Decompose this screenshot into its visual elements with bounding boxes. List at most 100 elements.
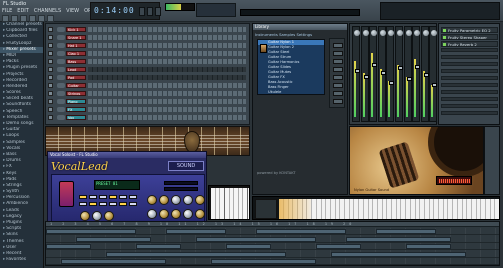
channel-name-button[interactable]: Piano (66, 99, 86, 104)
channel-pan-knob[interactable] (57, 35, 65, 40)
mixer-fader[interactable] (423, 72, 429, 77)
channel-mute-button[interactable] (48, 75, 53, 80)
step-buttons[interactable] (88, 99, 246, 104)
synth-toggle-button[interactable] (129, 202, 137, 206)
synth-toggle-button[interactable] (119, 195, 127, 199)
step-buttons[interactable] (88, 51, 246, 56)
step-buttons[interactable] (88, 75, 246, 80)
channel-pan-knob[interactable] (57, 91, 65, 96)
playlist-clip[interactable] (406, 244, 451, 249)
step-buttons[interactable] (88, 115, 246, 120)
synth-knob[interactable] (147, 195, 157, 205)
playlist-clip[interactable] (256, 229, 346, 234)
new-file-button[interactable] (2, 15, 9, 22)
channel-pan-knob[interactable] (57, 99, 65, 104)
piano-keys[interactable] (279, 199, 499, 219)
channel-name-button[interactable]: Snare 1 (66, 35, 86, 40)
undo-button[interactable] (38, 15, 45, 22)
plugin-side-button[interactable] (333, 43, 343, 48)
channel-pan-knob[interactable] (57, 59, 65, 64)
channel-mute-button[interactable] (48, 91, 53, 96)
step-buttons[interactable] (88, 59, 246, 64)
mixer-fader[interactable] (415, 64, 421, 69)
empty-effect-slot[interactable] (441, 62, 498, 66)
mixer-pan-knob[interactable] (431, 30, 438, 36)
empty-effect-slot[interactable] (441, 48, 498, 52)
plugin-side-button[interactable] (333, 75, 343, 80)
synth-toggle-button[interactable] (89, 195, 97, 199)
browser-item[interactable]: Favorites (0, 257, 43, 263)
instrument-list-item[interactable]: Ukulele (258, 90, 324, 95)
menu-item-channels[interactable]: CHANNELS (34, 8, 61, 14)
channel-pan-knob[interactable] (57, 75, 65, 80)
menu-item-view[interactable]: VIEW (66, 8, 79, 14)
synth-knob[interactable] (171, 209, 181, 219)
synth-toggle-button[interactable] (79, 195, 87, 199)
menu-item-edit[interactable]: EDIT (17, 8, 29, 14)
plugin-side-button[interactable] (333, 67, 343, 72)
empty-effect-slot[interactable] (441, 97, 498, 101)
plugin-titlebar[interactable]: Library (253, 24, 347, 30)
synth-knob[interactable] (195, 195, 205, 205)
channel-mute-button[interactable] (48, 99, 53, 104)
mixer-pan-knob[interactable] (371, 30, 378, 36)
synth-slider-2[interactable] (164, 187, 198, 191)
channel-name-button[interactable]: Vox (66, 115, 86, 120)
step-buttons[interactable] (88, 107, 246, 112)
channel-name-button[interactable]: Hat 1 (66, 43, 86, 48)
playlist-clip[interactable] (196, 236, 316, 242)
channel-name-button[interactable]: Clap 1 (66, 51, 86, 56)
channel-name-button[interactable]: Strings (66, 91, 86, 96)
playlist-clip[interactable] (46, 244, 91, 249)
effect-slot[interactable]: Fruity Reverb 2 (441, 41, 498, 47)
record-settings-button[interactable] (29, 15, 36, 22)
playlist-clip[interactable] (136, 244, 181, 249)
step-buttons[interactable] (88, 67, 246, 72)
mixer-fader[interactable] (372, 63, 378, 67)
empty-effect-slot[interactable] (441, 69, 498, 73)
pattern-selector[interactable] (196, 3, 236, 17)
plugin-side-button[interactable] (333, 91, 343, 96)
record-button[interactable] (155, 7, 161, 16)
synth-toggle-button[interactable] (109, 195, 117, 199)
plugin-tabs[interactable]: Instruments Samples Settings (255, 32, 312, 37)
synth-knob[interactable] (80, 211, 90, 221)
playlist-clip[interactable] (316, 244, 361, 249)
mixer-pan-knob[interactable] (388, 30, 395, 36)
channel-name-button[interactable]: Lead (66, 67, 86, 72)
mixer-fader[interactable] (389, 80, 395, 85)
synth-knob[interactable] (159, 209, 169, 219)
mixer-fader[interactable] (398, 66, 403, 71)
synth-toggle-button[interactable] (109, 202, 117, 206)
plugin-side-button[interactable] (333, 99, 343, 104)
effect-slot[interactable]: Fruity Parametric EQ 2 (441, 27, 498, 33)
mixer-fader[interactable] (363, 75, 369, 79)
synth-knob[interactable] (159, 195, 169, 205)
step-buttons[interactable] (88, 27, 246, 32)
mixer-fader[interactable] (432, 83, 438, 87)
channel-name-button[interactable]: FX (66, 107, 86, 112)
playlist-clip[interactable] (376, 229, 436, 234)
menu-item-file[interactable]: FILE (2, 8, 12, 14)
playlist-clip[interactable] (46, 229, 136, 234)
channel-name-button[interactable]: Kick 1 (66, 27, 86, 32)
playlist-clip[interactable] (331, 251, 466, 257)
channel-mute-button[interactable] (48, 107, 53, 112)
synth-toggle-button[interactable] (99, 202, 107, 206)
synth-titlebar[interactable]: Vocal Soloist - FL Studio (48, 152, 206, 158)
stop-button[interactable] (147, 7, 153, 16)
channel-pan-knob[interactable] (57, 115, 65, 120)
metronome-button[interactable] (47, 15, 54, 22)
mixer-fader[interactable] (406, 77, 412, 82)
empty-effect-slot[interactable] (441, 90, 498, 94)
mixer-pan-knob[interactable] (362, 30, 369, 36)
channel-name-button[interactable]: Guitar (66, 83, 86, 88)
channel-mute-button[interactable] (48, 83, 53, 88)
synth-slider-1[interactable] (164, 181, 198, 185)
synth-knob[interactable] (183, 209, 193, 219)
playlist-ruler[interactable]: 1 2 3 4 5 6 7 8 9 10 11 12 13 14 15 16 1… (46, 222, 499, 227)
playlist-clip[interactable] (166, 229, 226, 234)
plugin-side-button[interactable] (333, 51, 343, 56)
mixer-pan-knob[interactable] (414, 30, 421, 36)
channel-pan-knob[interactable] (57, 27, 65, 32)
